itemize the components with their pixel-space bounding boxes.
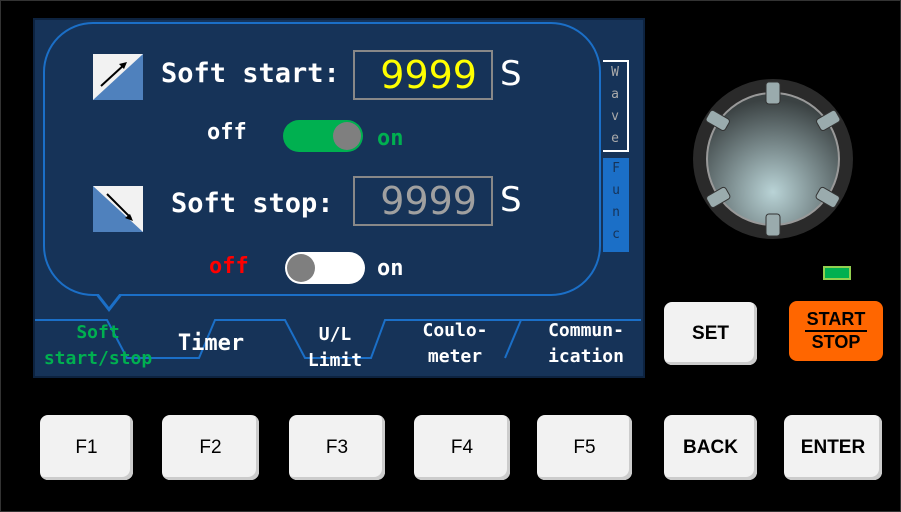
wave-letter: e: [611, 131, 619, 146]
func-letter: F: [612, 161, 620, 176]
func-letter: u: [612, 183, 620, 198]
wave-letter: W: [611, 65, 619, 80]
status-led: [823, 266, 851, 280]
soft-start-label: Soft start:: [161, 58, 340, 89]
soft-stop-on-label: on: [377, 256, 404, 281]
soft-start-value-field[interactable]: 9999: [353, 50, 493, 100]
soft-stop-ramp-down-icon: [93, 186, 143, 232]
tab-label: U/L: [318, 324, 352, 345]
tab-label: ication: [548, 346, 624, 367]
soft-stop-off-label: off: [209, 254, 249, 279]
rotary-knob[interactable]: [690, 76, 856, 242]
soft-start-toggle[interactable]: [283, 120, 363, 152]
soft-stop-label: Soft stop:: [171, 188, 334, 219]
lcd-screen: Soft start: 9999 S off on Soft stop: 999…: [33, 18, 645, 378]
tab-coulometer[interactable]: Coulo-meter: [405, 318, 505, 370]
tab-communication[interactable]: Commun-ication: [531, 318, 641, 370]
f2-button[interactable]: F2: [162, 415, 259, 480]
soft-start-ramp-up-icon: [93, 54, 143, 100]
soft-stop-unit: S: [500, 180, 522, 220]
tab-label: Limit: [307, 350, 363, 371]
start-stop-button[interactable]: START STOP: [789, 301, 883, 361]
enter-button[interactable]: ENTER: [784, 415, 882, 480]
tab-label: start/stop: [43, 348, 153, 369]
tab-label: Coulo-: [422, 320, 488, 341]
soft-start-unit: S: [500, 54, 522, 94]
func-letter: c: [612, 227, 620, 242]
set-button[interactable]: SET: [664, 302, 757, 365]
wave-letter: a: [611, 87, 619, 102]
stop-label: STOP: [811, 332, 861, 352]
tab-label: Commun-: [548, 320, 624, 341]
tab-soft-start-stop[interactable]: Soft start/stop: [39, 320, 157, 372]
f5-button[interactable]: F5: [537, 415, 632, 480]
soft-start-on-label: on: [377, 126, 404, 151]
side-tab-wave[interactable]: Wave: [603, 60, 629, 152]
tab-timer[interactable]: Timer: [161, 324, 261, 364]
f1-button[interactable]: F1: [40, 415, 133, 480]
soft-stop-value-field[interactable]: 9999: [353, 176, 493, 226]
tab-label: Soft: [76, 322, 120, 343]
f4-button[interactable]: F4: [414, 415, 510, 480]
tab-label: meter: [427, 346, 483, 367]
back-button[interactable]: BACK: [664, 415, 757, 480]
start-label: START: [804, 309, 868, 332]
soft-stop-toggle[interactable]: [285, 252, 365, 284]
func-letter: n: [612, 205, 620, 220]
wave-letter: v: [611, 109, 619, 124]
tab-bar: Soft start/stop Timer U/L Limit Coulo-mete…: [35, 316, 643, 378]
soft-start-off-label: off: [207, 120, 247, 145]
tab-ul-limit[interactable]: U/L Limit: [285, 322, 385, 374]
f3-button[interactable]: F3: [289, 415, 385, 480]
side-tab-func[interactable]: Func: [603, 158, 629, 252]
